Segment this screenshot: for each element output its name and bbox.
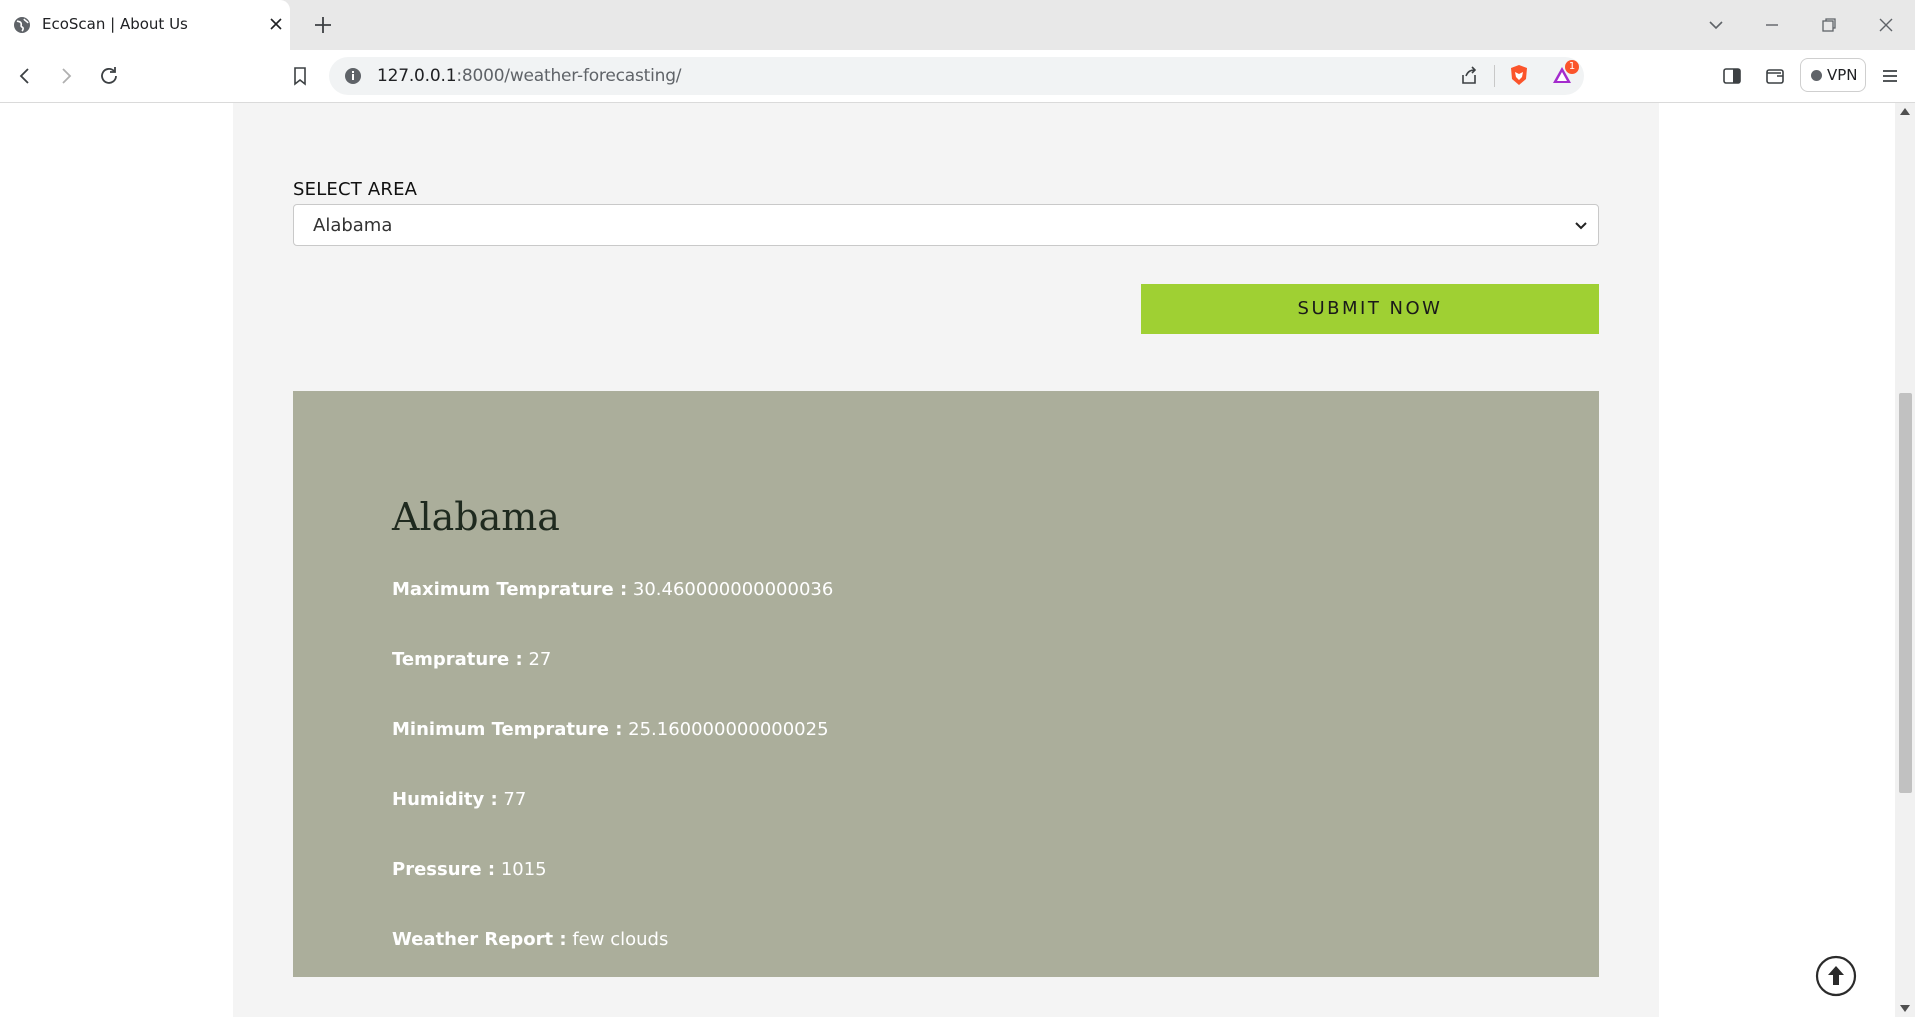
select-area-label: SELECT AREA bbox=[293, 179, 418, 200]
site-info-icon[interactable] bbox=[341, 64, 365, 88]
url-text[interactable]: 127.0.0.1:8000/weather-forecasting/ bbox=[377, 66, 682, 86]
stat-max-temperature: Maximum Temprature : 30.460000000000036 bbox=[392, 579, 834, 600]
vpn-label: VPN bbox=[1827, 66, 1858, 84]
vpn-button[interactable]: VPN bbox=[1800, 58, 1866, 92]
submit-button[interactable]: SUBMIT NOW bbox=[1141, 284, 1599, 334]
weather-result-card: Alabama Maximum Temprature : 30.46000000… bbox=[293, 391, 1599, 977]
url-host: 127.0.0.1 bbox=[377, 66, 457, 86]
forward-icon[interactable] bbox=[54, 64, 78, 88]
share-icon[interactable] bbox=[1457, 64, 1481, 88]
sidebar-icon[interactable] bbox=[1720, 64, 1744, 88]
vpn-status-icon bbox=[1811, 70, 1822, 81]
page-scrollbar[interactable] bbox=[1895, 103, 1915, 1017]
back-to-top-arrow-icon[interactable] bbox=[1815, 955, 1857, 997]
close-window-icon[interactable] bbox=[1874, 13, 1898, 37]
chevron-down-icon bbox=[1575, 222, 1587, 230]
stat-min-temperature: Minimum Temprature : 25.160000000000025 bbox=[392, 719, 829, 740]
bookmark-icon[interactable] bbox=[288, 64, 312, 88]
brave-shields-icon[interactable] bbox=[1507, 63, 1531, 87]
content-panel: SELECT AREA Alabama SUBMIT NOW Alabama M… bbox=[233, 103, 1659, 1017]
stat-pressure: Pressure : 1015 bbox=[392, 859, 547, 880]
new-tab-icon[interactable] bbox=[310, 12, 336, 38]
stat-weather-report: Weather Report : few clouds bbox=[392, 929, 669, 950]
reload-icon[interactable] bbox=[97, 64, 121, 88]
tab-search-chevron-icon[interactable] bbox=[1704, 13, 1728, 37]
tab-strip: EcoScan | About Us bbox=[0, 0, 1915, 50]
tab-title: EcoScan | About Us bbox=[42, 15, 188, 33]
scroll-thumb[interactable] bbox=[1899, 393, 1912, 793]
scroll-down-arrow-icon[interactable] bbox=[1900, 1005, 1910, 1013]
address-bar[interactable]: 127.0.0.1:8000/weather-forecasting/ 1 bbox=[329, 57, 1584, 95]
minimize-icon[interactable] bbox=[1760, 13, 1784, 37]
rewards-badge: 1 bbox=[1565, 60, 1579, 74]
stat-temperature: Temprature : 27 bbox=[392, 649, 552, 670]
close-tab-icon[interactable] bbox=[266, 14, 286, 34]
omnibox-divider bbox=[1494, 65, 1495, 87]
menu-icon[interactable] bbox=[1878, 64, 1902, 88]
restore-icon[interactable] bbox=[1817, 13, 1841, 37]
page-viewport: SELECT AREA Alabama SUBMIT NOW Alabama M… bbox=[0, 103, 1895, 1017]
area-select-value: Alabama bbox=[313, 215, 393, 236]
result-title: Alabama bbox=[392, 495, 560, 539]
url-path: :8000/weather-forecasting/ bbox=[456, 66, 682, 86]
browser-toolbar: 127.0.0.1:8000/weather-forecasting/ 1 VP… bbox=[0, 50, 1915, 103]
wallet-icon[interactable] bbox=[1763, 64, 1787, 88]
area-select[interactable]: Alabama bbox=[293, 204, 1599, 246]
globe-icon bbox=[14, 17, 30, 33]
stat-humidity: Humidity : 77 bbox=[392, 789, 527, 810]
scroll-up-arrow-icon[interactable] bbox=[1900, 107, 1910, 115]
browser-tab[interactable]: EcoScan | About Us bbox=[0, 0, 290, 50]
back-icon[interactable] bbox=[13, 64, 37, 88]
